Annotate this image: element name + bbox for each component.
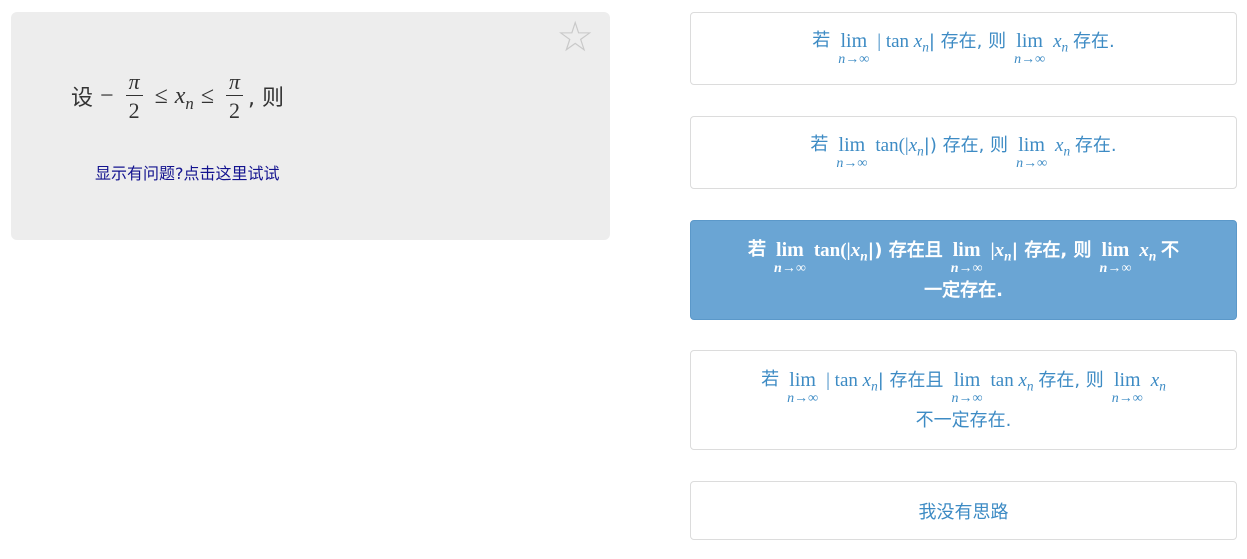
limit-operator: lim n→∞ (1111, 368, 1143, 406)
limit-operator: lim n→∞ (836, 134, 868, 171)
option-d[interactable]: 若 lim n→∞ | tan xn| 存在且 lim n→∞ tan xn 存在,… (690, 350, 1237, 450)
leq-sign: ≤ (154, 82, 168, 109)
stem-suffix: , 则 (248, 86, 285, 112)
star-outline-icon[interactable]: ☆ (556, 16, 594, 58)
display-problem-link[interactable]: 显示有问题?点击这里试试 (95, 160, 280, 184)
question-stem: 设 − π 2 ≤ xn ≤ π 2 , 则 (71, 70, 284, 122)
leq-sign: ≤ (200, 82, 214, 109)
limit-operator: lim n→∞ (951, 368, 983, 406)
limit-operator: lim n→∞ (774, 238, 806, 276)
fraction-denominator: 2 (229, 98, 240, 124)
option-c[interactable]: 若 lim n→∞ tan(|xn|) 存在且 lim n→∞ |xn| 存在, 则… (690, 220, 1237, 320)
limit-operator: lim n→∞ (1099, 238, 1132, 276)
no-idea-button[interactable]: 我没有思路 (690, 481, 1237, 540)
option-b-text: 若 lim n→∞ tan(|xn|) 存在, 则 lim n→∞ xn 存在. (810, 134, 1117, 171)
fraction-denominator: 2 (128, 98, 140, 124)
limit-operator: lim n→∞ (787, 368, 819, 406)
limit-operator: lim n→∞ (950, 238, 983, 276)
fraction-pi-over-2-right: π 2 (225, 70, 244, 124)
variable-x-n: xn (174, 82, 194, 113)
stem-prefix: 设 (71, 86, 94, 112)
limit-operator: lim n→∞ (1014, 30, 1046, 67)
option-a[interactable]: 若 lim n→∞ | tan xn| 存在, 则 lim n→∞ xn 存在. (690, 12, 1237, 85)
limit-operator: lim n→∞ (838, 30, 870, 67)
option-c-text: 若 lim n→∞ tan(|xn|) 存在且 lim n→∞ |xn| 存在, 则… (748, 238, 1179, 301)
limit-operator: lim n→∞ (1016, 134, 1048, 171)
no-idea-label: 我没有思路 (918, 501, 1009, 523)
fraction-pi-over-2-left: π 2 (125, 70, 143, 124)
option-a-text: 若 lim n→∞ | tan xn| 存在, 则 lim n→∞ xn 存在. (812, 30, 1115, 67)
fraction-numerator: π (225, 70, 244, 97)
option-d-text: 若 lim n→∞ | tan xn| 存在且 lim n→∞ tan xn 存在,… (761, 368, 1166, 431)
option-b[interactable]: 若 lim n→∞ tan(|xn|) 存在, 则 lim n→∞ xn 存在. (690, 116, 1237, 189)
question-card: ☆ 设 − π 2 ≤ xn ≤ π 2 , 则 显示有问题?点击这里试试 (11, 12, 610, 240)
minus-sign: − (100, 82, 114, 109)
fraction-numerator: π (125, 70, 143, 97)
